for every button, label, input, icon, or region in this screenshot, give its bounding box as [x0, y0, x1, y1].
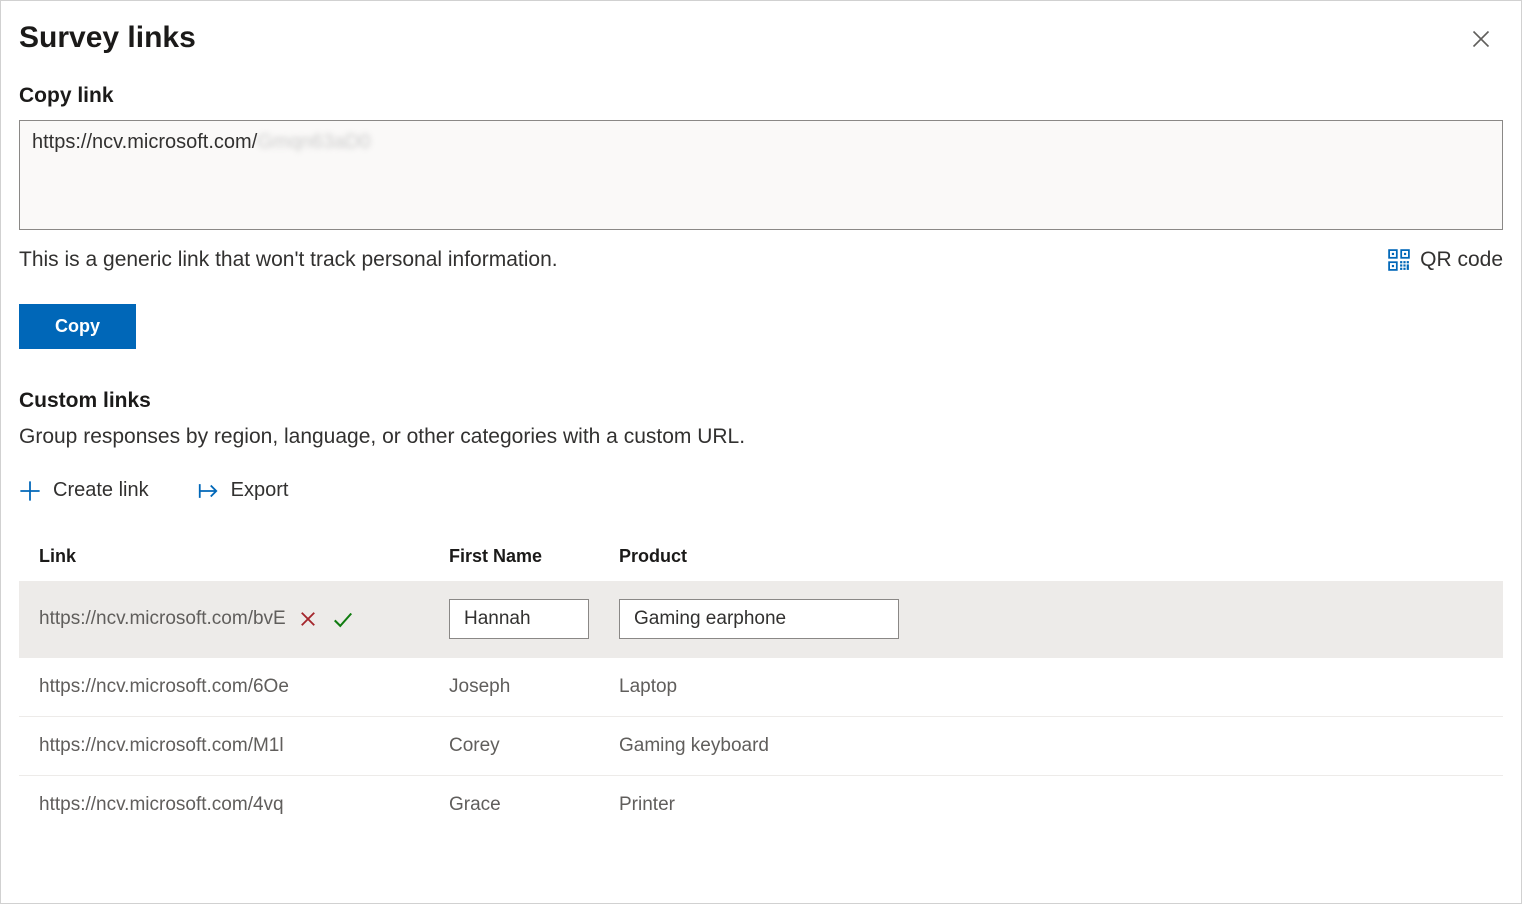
export-icon — [197, 480, 219, 502]
panel-header: Survey links — [19, 21, 1503, 56]
close-button[interactable] — [1467, 25, 1495, 56]
generic-link-input[interactable]: https://ncv.microsoft.com/Gmqn63aD0 — [19, 120, 1503, 230]
cell-link: https://ncv.microsoft.com/M1l — [39, 735, 449, 757]
link-text[interactable]: https://ncv.microsoft.com/6Oe — [39, 676, 289, 698]
cell-product — [619, 599, 1483, 639]
generic-link-base: https://ncv.microsoft.com/ — [32, 131, 257, 153]
copy-link-label: Copy link — [19, 84, 1503, 108]
x-icon — [298, 609, 318, 629]
custom-links-description: Group responses by region, language, or … — [19, 425, 1503, 449]
generic-link-tail-blurred: Gmqn63aD0 — [257, 131, 370, 153]
export-button[interactable]: Export — [197, 479, 289, 502]
cell-product: Printer — [619, 794, 1483, 816]
column-header-link: Link — [39, 546, 449, 567]
cell-first-name: Joseph — [449, 676, 619, 698]
custom-links-actions: Create link Export — [19, 479, 1503, 502]
export-label: Export — [231, 479, 289, 502]
link-text[interactable]: https://ncv.microsoft.com/4vq — [39, 794, 284, 816]
column-header-product: Product — [619, 546, 1483, 567]
checkmark-icon — [332, 608, 354, 630]
product-input[interactable] — [619, 599, 899, 639]
cell-link: https://ncv.microsoft.com/4vq — [39, 794, 449, 816]
table-row[interactable]: https://ncv.microsoft.com/6Oe JosephLapto… — [19, 657, 1503, 716]
generic-link-helper: This is a generic link that won't track … — [19, 248, 558, 272]
cell-product: Laptop — [619, 676, 1483, 698]
helper-row: This is a generic link that won't track … — [19, 248, 1503, 272]
copy-button[interactable]: Copy — [19, 304, 136, 349]
qr-code-icon — [1388, 249, 1410, 271]
survey-links-panel: Survey links Copy link https://ncv.micro… — [0, 0, 1522, 904]
link-text[interactable]: https://ncv.microsoft.com/bvE — [39, 608, 286, 630]
table-row[interactable]: https://ncv.microsoft.com/bvE — [19, 581, 1503, 657]
qr-code-label: QR code — [1420, 248, 1503, 272]
cell-first-name: Corey — [449, 735, 619, 757]
link-text[interactable]: https://ncv.microsoft.com/M1l — [39, 735, 284, 757]
panel-title: Survey links — [19, 21, 196, 55]
create-link-label: Create link — [53, 479, 149, 502]
first-name-input[interactable] — [449, 599, 589, 639]
custom-links-label: Custom links — [19, 389, 1503, 413]
plus-icon — [19, 480, 41, 502]
cell-first-name — [449, 599, 619, 639]
table-header-row: Link First Name Product — [19, 532, 1503, 581]
column-header-firstname: First Name — [449, 546, 619, 567]
create-link-button[interactable]: Create link — [19, 479, 149, 502]
cell-link: https://ncv.microsoft.com/bvE — [39, 606, 449, 632]
qr-code-link[interactable]: QR code — [1388, 248, 1503, 272]
cancel-edit-button[interactable] — [296, 607, 320, 631]
cell-link: https://ncv.microsoft.com/6Oe — [39, 676, 449, 698]
table-row[interactable]: https://ncv.microsoft.com/M1l CoreyGaming… — [19, 716, 1503, 775]
confirm-edit-button[interactable] — [330, 606, 356, 632]
close-icon — [1471, 29, 1491, 49]
table-row[interactable]: https://ncv.microsoft.com/4vq GracePrinte… — [19, 775, 1503, 834]
cell-product: Gaming keyboard — [619, 735, 1483, 757]
cell-first-name: Grace — [449, 794, 619, 816]
custom-links-table: Link First Name Product https://ncv.micr… — [19, 532, 1503, 834]
